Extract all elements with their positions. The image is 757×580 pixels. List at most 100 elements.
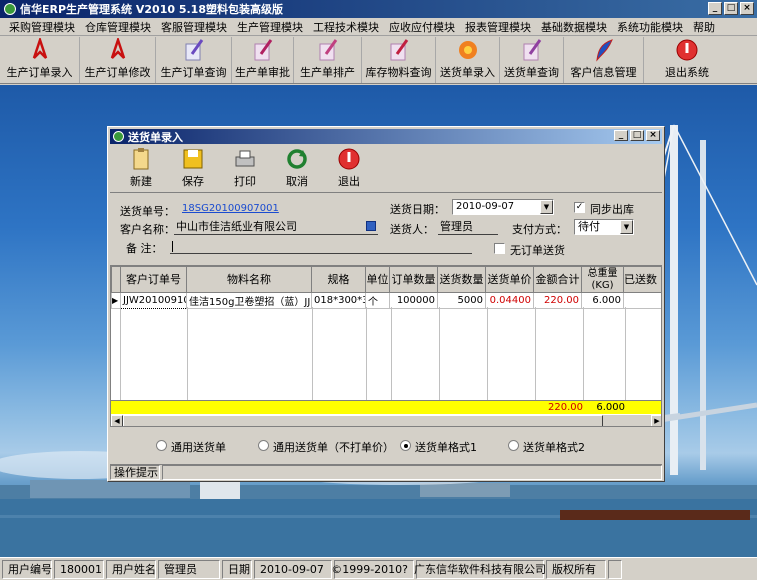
- close-button[interactable]: ×: [740, 2, 754, 15]
- menu-warehouse[interactable]: 仓库管理模块: [80, 19, 156, 35]
- new-button[interactable]: 新建: [116, 146, 166, 192]
- delivery-no-label: 送货单号：: [120, 205, 175, 218]
- scroll-thumb[interactable]: [123, 415, 603, 426]
- scroll-left-icon[interactable]: ◀: [111, 415, 123, 426]
- customer-name-field[interactable]: 中山市佳洁纸业有限公司: [174, 219, 378, 235]
- resize-grip[interactable]: [608, 559, 622, 579]
- toolbar-delivery-entry-button[interactable]: 送货单录入: [436, 37, 500, 83]
- delivery-date-label: 送货日期：: [390, 203, 445, 216]
- pdf-icon: [105, 37, 131, 62]
- col-header-delivered[interactable]: 已送数: [623, 266, 661, 293]
- delivery-items-grid[interactable]: 客户订单号 物料名称 规格 单位 订单数量 送货数量 送货单价 金额合计 总重量…: [110, 265, 662, 427]
- option-generic-radio[interactable]: [156, 440, 167, 451]
- feather-icon: [591, 37, 617, 62]
- menu-purchase[interactable]: 采购管理模块: [4, 19, 80, 35]
- no-order-delivery-checkbox[interactable]: [494, 243, 505, 254]
- remark-label: 备 注：: [126, 242, 163, 255]
- date-label: 日期: [222, 559, 252, 579]
- pdf-icon: [27, 37, 53, 62]
- delivery-no-value[interactable]: 18SG20100907001: [182, 203, 279, 214]
- dialog-maximize-button[interactable]: □: [630, 130, 644, 141]
- user-name-label: 用户姓名: [106, 559, 156, 579]
- dialog-minimize-button[interactable]: _: [614, 130, 628, 141]
- deliverer-field[interactable]: 管理员: [438, 219, 498, 235]
- dialog-title-bar: 送货单录入 _ □ ×: [110, 129, 662, 144]
- option-format2-label: 送货单格式2: [523, 441, 585, 454]
- payment-method-label: 支付方式：: [512, 223, 567, 236]
- sync-stock-out-checkbox[interactable]: ✓: [574, 202, 585, 213]
- col-header-spec[interactable]: 规格: [311, 266, 366, 293]
- menu-production[interactable]: 生产管理模块: [232, 19, 308, 35]
- refresh-icon: [284, 146, 310, 171]
- total-weight: 6.000: [596, 402, 625, 413]
- toolbar-customer-info-button[interactable]: 客户信息管理: [564, 37, 644, 83]
- menu-engineering[interactable]: 工程技术模块: [308, 19, 384, 35]
- scroll-right-icon[interactable]: ▶: [651, 415, 661, 426]
- pen-paper-icon: [386, 37, 412, 62]
- col-header-total-weight[interactable]: 总重量 (KG): [581, 266, 624, 293]
- delivery-date-picker[interactable]: 2010-09-07 ▼: [452, 199, 554, 215]
- col-header-delivery-qty[interactable]: 送货数量: [437, 266, 486, 293]
- print-button[interactable]: 打印: [220, 146, 270, 192]
- toolbar-order-query-button[interactable]: 生产订单查询: [156, 37, 232, 83]
- printer-icon: [232, 146, 258, 171]
- copyright-text: ©1999-2010?: [331, 559, 414, 579]
- cancel-button[interactable]: 取消: [272, 146, 322, 192]
- toolbar-exit-button[interactable]: 退出系统: [644, 37, 730, 83]
- empty-grid-area: [111, 307, 661, 400]
- toolbar-order-edit-button[interactable]: 生产订单修改: [80, 37, 156, 83]
- rights-text: 版权所有: [546, 559, 606, 579]
- toolbar-inventory-button[interactable]: 库存物料查询: [362, 37, 436, 83]
- minimize-button[interactable]: _: [708, 2, 722, 15]
- option-format2-radio[interactable]: [508, 440, 519, 451]
- payment-method-select[interactable]: 待付 ▼: [574, 219, 634, 235]
- toolbar-scheduling-button[interactable]: 生产单排产: [294, 37, 362, 83]
- chevron-down-icon: ▼: [620, 220, 633, 234]
- menu-reports[interactable]: 报表管理模块: [460, 19, 536, 35]
- customer-name-label: 客户名称：: [120, 223, 175, 236]
- company-text: 广东信华软件科技有限公司: [414, 559, 546, 579]
- col-header-unit-price[interactable]: 送货单价: [485, 266, 534, 293]
- total-amount: 220.00: [548, 402, 583, 413]
- maximize-button[interactable]: □: [724, 2, 738, 15]
- menu-help[interactable]: 帮助: [688, 19, 720, 35]
- horizontal-scrollbar[interactable]: ◀ ▶: [111, 414, 661, 426]
- remark-field[interactable]: [170, 238, 472, 254]
- dialog-exit-button[interactable]: 退出: [324, 146, 374, 192]
- option-format1-radio[interactable]: [400, 440, 411, 451]
- flower-icon: [455, 37, 481, 62]
- lookup-icon[interactable]: [366, 221, 376, 231]
- toolbar-order-entry-button[interactable]: 生产订单录入: [0, 37, 80, 83]
- deliverer-label: 送货人：: [390, 223, 434, 236]
- col-header-customer-order[interactable]: 客户订单号: [120, 266, 187, 293]
- col-header-order-qty[interactable]: 订单数量: [389, 266, 438, 293]
- clipboard-icon: [128, 146, 154, 171]
- dialog-close-button[interactable]: ×: [646, 130, 660, 141]
- save-button[interactable]: 保存: [168, 146, 218, 192]
- toolbar-approval-button[interactable]: 生产单审批: [232, 37, 294, 83]
- totals-row: 220.00 6.000: [111, 400, 661, 414]
- user-no-value: 180001: [54, 559, 104, 579]
- date-value: 2010-09-07: [254, 559, 332, 579]
- pen-paper-icon: [181, 37, 207, 62]
- user-no-label: 用户编号: [2, 559, 52, 579]
- status-bar: 用户编号 180001 用户姓名 管理员 日期 2010-09-07 ©1999…: [0, 557, 757, 580]
- option-generic-noprice-radio[interactable]: [258, 440, 269, 451]
- pen-paper-icon: [250, 37, 276, 62]
- menu-system[interactable]: 系统功能模块: [612, 19, 688, 35]
- sync-stock-out-label: 同步出库: [590, 203, 634, 216]
- col-header-amount[interactable]: 金额合计: [533, 266, 582, 293]
- dialog-toolbar: 新建 保存 打印 取消 退出: [110, 145, 662, 193]
- table-header-row: 客户订单号 物料名称 规格 单位 订单数量 送货数量 送货单价 金额合计 总重量…: [111, 266, 661, 293]
- dialog-title: 送货单录入: [128, 130, 183, 144]
- toolbar-delivery-query-button[interactable]: 送货单查询: [500, 37, 564, 83]
- pen-paper-icon: [519, 37, 545, 62]
- menu-customer-service[interactable]: 客服管理模块: [156, 19, 232, 35]
- col-header-material-name[interactable]: 物料名称: [186, 266, 312, 293]
- menu-base-data[interactable]: 基础数据模块: [536, 19, 612, 35]
- main-toolbar: 生产订单录入 生产订单修改 生产订单查询 生产单审批 生产单排产 库存物料查询 …: [0, 36, 757, 84]
- menu-accounts[interactable]: 应收应付模块: [384, 19, 460, 35]
- col-header-unit[interactable]: 单位: [365, 266, 390, 293]
- items-table: 客户订单号 物料名称 规格 单位 订单数量 送货数量 送货单价 金额合计 总重量…: [111, 266, 661, 309]
- option-format1-label: 送货单格式1: [415, 441, 477, 454]
